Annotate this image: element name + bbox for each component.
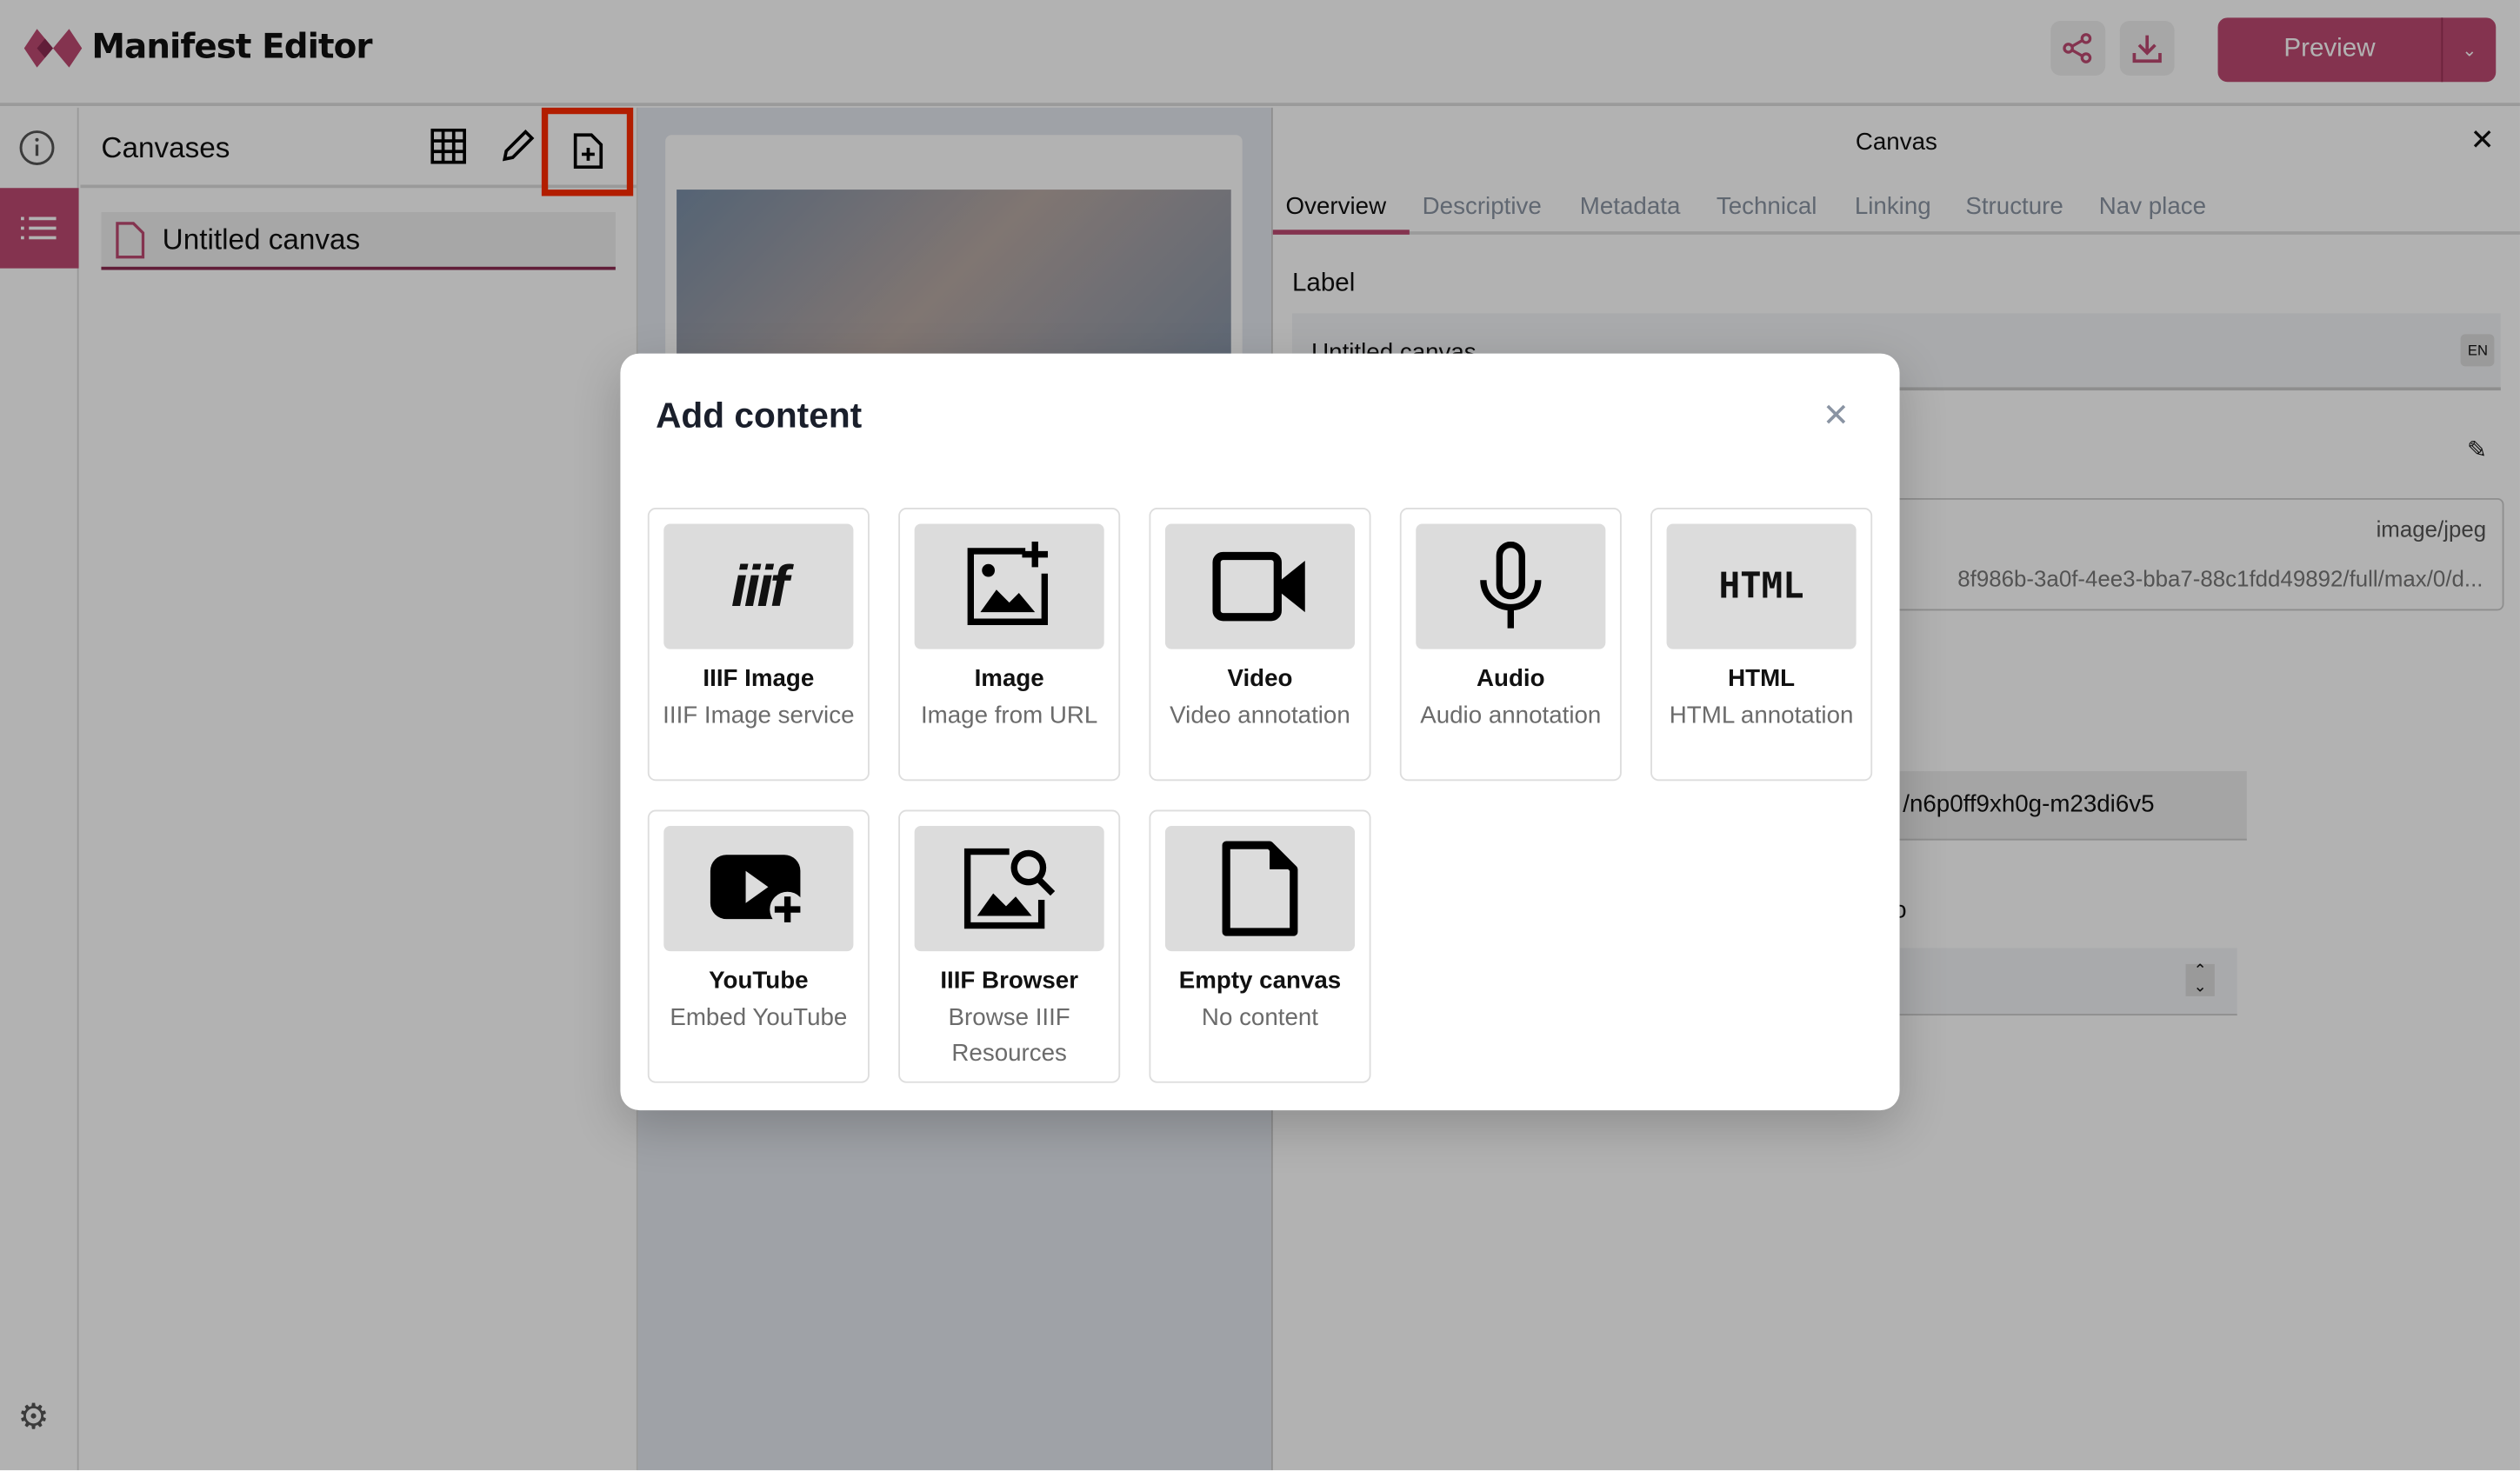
option-iiif-image[interactable]: iiif IIIF Image IIIF Image service xyxy=(647,508,870,782)
iiif-icon: iiif xyxy=(730,552,790,619)
option-html[interactable]: HTML HTML HTML annotation xyxy=(1650,508,1873,782)
option-youtube[interactable]: YouTube Embed YouTube xyxy=(647,809,870,1083)
add-content-modal: Add content ✕ iiif IIIF Image IIIF Image s… xyxy=(620,353,1900,1111)
option-title: IIIF Image xyxy=(703,665,815,693)
option-subtitle: Audio annotation xyxy=(1420,702,1602,730)
option-empty-canvas[interactable]: Empty canvas No content xyxy=(1149,809,1371,1083)
option-subtitle: No content xyxy=(1201,1004,1319,1032)
option-title: Image xyxy=(974,665,1044,693)
close-icon[interactable]: ✕ xyxy=(1823,396,1850,436)
option-title: Video xyxy=(1227,665,1293,693)
option-audio[interactable]: Audio Audio annotation xyxy=(1399,508,1622,782)
option-subtitle: Browse IIIF Resources xyxy=(948,1004,1070,1068)
file-icon xyxy=(1222,841,1298,936)
modal-title: Add content xyxy=(656,395,863,436)
microphone-icon xyxy=(1480,541,1542,629)
youtube-icon xyxy=(710,855,805,928)
option-subtitle: Embed YouTube xyxy=(670,1004,848,1032)
option-title: Empty canvas xyxy=(1178,967,1342,995)
option-subtitle: IIIF Image service xyxy=(663,702,855,730)
option-title: IIIF Browser xyxy=(940,967,1078,995)
option-iiif-browser[interactable]: IIIF Browser Browse IIIF Resources xyxy=(898,809,1121,1083)
html-icon: HTML xyxy=(1718,566,1804,607)
option-title: HTML xyxy=(1728,665,1796,693)
option-image[interactable]: Image Image from URL xyxy=(898,508,1121,782)
option-title: Audio xyxy=(1477,665,1545,693)
video-icon xyxy=(1212,551,1305,622)
image-search-icon xyxy=(963,848,1056,929)
option-subtitle: Video annotation xyxy=(1170,702,1350,730)
option-video[interactable]: Video Video annotation xyxy=(1149,508,1371,782)
image-add-icon xyxy=(967,541,1049,625)
option-subtitle: Image from URL xyxy=(920,702,1098,730)
option-subtitle: HTML annotation xyxy=(1669,702,1854,730)
option-title: YouTube xyxy=(709,967,809,995)
